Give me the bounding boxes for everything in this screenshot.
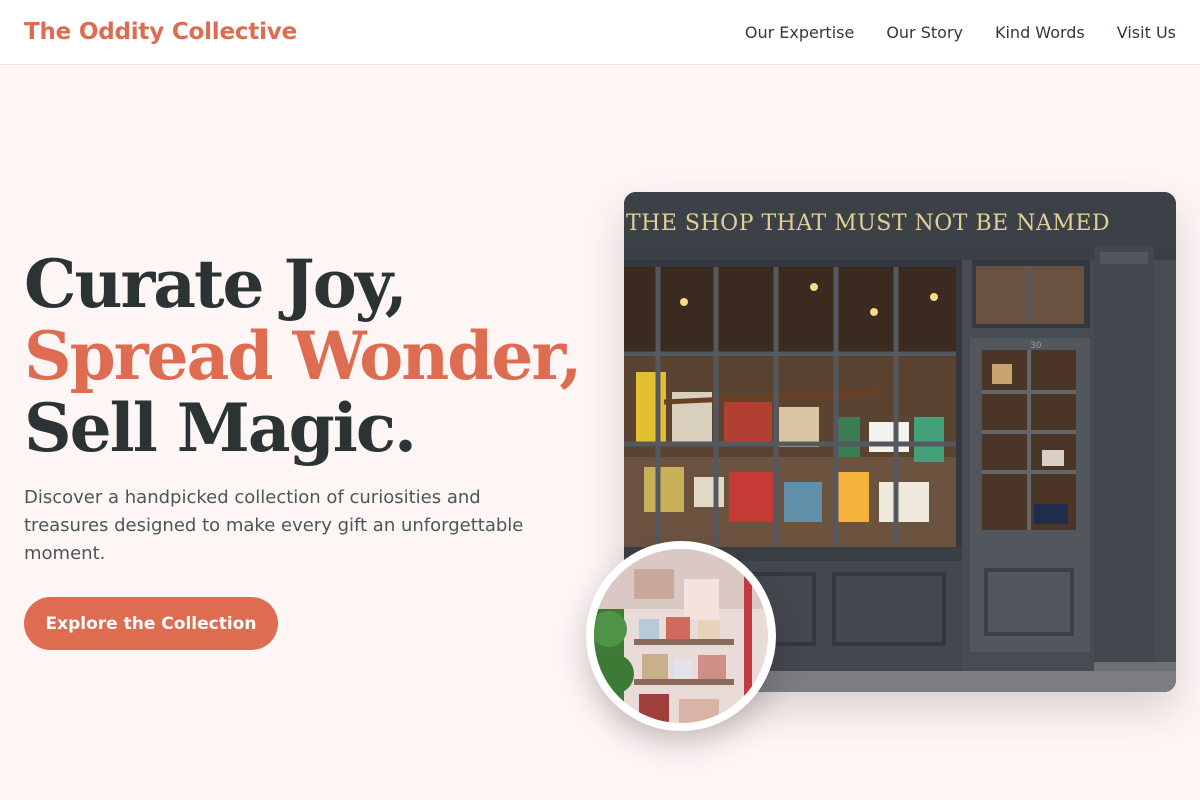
shop-sign-text: THE SHOP THAT MUST NOT BE NAMED [626, 211, 1110, 236]
headline-line-1: Curate Joy, [24, 245, 408, 323]
brand-logo[interactable]: The Oddity Collective [24, 19, 297, 45]
headline-line-3: Sell Magic. [24, 389, 417, 467]
shop-interior-illustration [594, 549, 768, 723]
hero-text: Curate Joy, Spread Wonder, Sell Magic. D… [24, 248, 584, 568]
nav-link-our-expertise[interactable]: Our Expertise [745, 23, 854, 42]
shop-interior-thumbnail [586, 541, 776, 731]
nav-link-kind-words[interactable]: Kind Words [995, 23, 1085, 42]
door-number: 30 [1030, 341, 1042, 351]
explore-collection-button[interactable]: Explore the Collection [24, 597, 278, 650]
nav-link-visit-us[interactable]: Visit Us [1117, 23, 1176, 42]
top-nav-bar: The Oddity Collective Our Expertise Our … [0, 0, 1200, 65]
nav-link-our-story[interactable]: Our Story [886, 23, 963, 42]
hero-headline: Curate Joy, Spread Wonder, Sell Magic. [24, 248, 584, 464]
main-nav: Our Expertise Our Story Kind Words Visit… [745, 23, 1176, 42]
headline-line-2: Spread Wonder, [24, 317, 582, 395]
hero-subtitle: Discover a handpicked collection of curi… [24, 487, 524, 564]
